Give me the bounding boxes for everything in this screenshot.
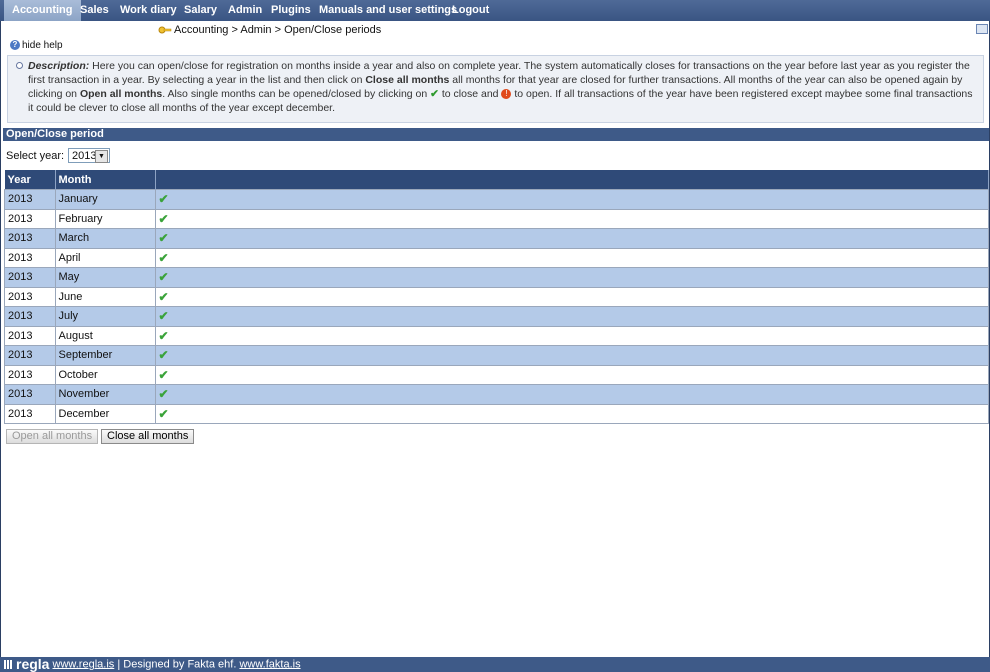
select-year-label: Select year: (6, 150, 65, 162)
month-cell: June (54, 286, 156, 307)
month-cell: September (54, 345, 156, 366)
description-label: Description: (28, 60, 90, 72)
year-cell: 2013 (4, 403, 56, 424)
open-icon: ! (501, 89, 512, 100)
close-month-check-icon[interactable]: ✔ (159, 251, 169, 265)
key-icon (158, 26, 172, 34)
close-month-check-icon[interactable]: ✔ (159, 192, 169, 206)
year-cell: 2013 (4, 247, 56, 268)
close-month-check-icon[interactable]: ✔ (159, 407, 169, 421)
year-cell: 2013 (4, 286, 56, 307)
help-description-box: Description: Here you can open/close for… (7, 55, 984, 123)
open-all-months-button[interactable]: Open all months (6, 429, 99, 444)
close-month-check-icon[interactable]: ✔ (159, 309, 169, 323)
top-navigation: Accounting Sales Work diary Salary Admin… (0, 0, 990, 21)
section-title: Open/Close period (3, 128, 989, 141)
month-cell: May (54, 267, 156, 288)
month-cell: July (54, 306, 156, 327)
breadcrumb: Accounting > Admin > Open/Close periods (158, 23, 381, 37)
table-row: 2013 February ✔ (4, 208, 989, 229)
description-close-all: Close all months (365, 74, 450, 86)
month-cell: October (54, 364, 156, 385)
table-row: 2013 April ✔ (4, 247, 989, 268)
year-cell: 2013 (4, 208, 56, 229)
description-text-4: to close and (438, 88, 502, 100)
description-open-all: Open all months (79, 88, 163, 100)
table-row: 2013 November ✔ (4, 384, 989, 405)
year-cell: 2013 (4, 267, 56, 288)
periods-table: Year Month 2013 January ✔ 2013 February … (4, 170, 989, 424)
mail-icon[interactable] (976, 24, 988, 34)
close-month-check-icon[interactable]: ✔ (159, 270, 169, 284)
close-month-check-icon[interactable]: ✔ (159, 212, 169, 226)
year-cell: 2013 (4, 325, 56, 346)
year-cell: 2013 (4, 306, 56, 327)
month-cell: November (54, 384, 156, 405)
table-row: 2013 March ✔ (4, 228, 989, 249)
table-row: 2013 December ✔ (4, 403, 989, 424)
nav-item-plugins[interactable]: Plugins (271, 0, 311, 21)
footer-brand: regla (16, 656, 50, 672)
nav-item-sales[interactable]: Sales (80, 0, 109, 21)
close-month-check-icon[interactable]: ✔ (159, 329, 169, 343)
hide-help-toggle[interactable]: ? hide help (10, 40, 63, 52)
table-row: 2013 September ✔ (4, 345, 989, 366)
year-cell: 2013 (4, 364, 56, 385)
nav-item-manuals-settings[interactable]: Manuals and user settings (319, 0, 457, 21)
table-header-row: Year Month (4, 170, 989, 190)
table-row: 2013 May ✔ (4, 267, 989, 288)
nav-item-work-diary[interactable]: Work diary (120, 0, 177, 21)
year-cell: 2013 (4, 228, 56, 249)
close-month-check-icon[interactable]: ✔ (159, 387, 169, 401)
description-text-3: . Also single months can be opened/close… (162, 88, 431, 100)
close-month-check-icon[interactable]: ✔ (159, 348, 169, 362)
check-icon: ✔ (430, 88, 439, 100)
nav-item-admin[interactable]: Admin (228, 0, 262, 21)
help-icon: ? (10, 40, 20, 51)
year-select[interactable]: 2013 ▼ (68, 148, 110, 163)
footer-link-fakta[interactable]: www.fakta.is (239, 658, 300, 670)
year-cell: 2013 (4, 189, 56, 210)
close-month-check-icon[interactable]: ✔ (159, 368, 169, 382)
month-cell: January (54, 189, 156, 210)
year-cell: 2013 (4, 384, 56, 405)
close-month-check-icon[interactable]: ✔ (159, 231, 169, 245)
month-cell: April (54, 247, 156, 268)
footer-link-regla[interactable]: www.regla.is (53, 658, 115, 670)
year-cell: 2013 (4, 345, 56, 366)
close-all-months-button[interactable]: Close all months (101, 429, 195, 444)
column-header-year: Year (4, 170, 56, 190)
table-row: 2013 January ✔ (4, 189, 989, 210)
footer: regla www.regla.is | Designed by Fakta e… (0, 657, 990, 672)
column-header-status (155, 170, 989, 190)
table-row: 2013 June ✔ (4, 286, 989, 307)
chevron-down-icon[interactable]: ▼ (95, 150, 108, 163)
month-cell: March (54, 228, 156, 249)
breadcrumb-text: Accounting > Admin > Open/Close periods (174, 24, 382, 36)
nav-item-accounting[interactable]: Accounting (4, 0, 81, 21)
hide-help-label: hide help (22, 40, 63, 51)
table-row: 2013 August ✔ (4, 325, 989, 346)
bullet-icon (16, 62, 23, 69)
footer-designed-text: | Designed by Fakta ehf. (114, 658, 240, 671)
month-cell: December (54, 403, 156, 424)
help-description: Description: Here you can open/close for… (28, 59, 978, 115)
table-row: 2013 July ✔ (4, 306, 989, 327)
column-header-month: Month (55, 170, 156, 190)
table-row: 2013 October ✔ (4, 364, 989, 385)
month-cell: August (54, 325, 156, 346)
close-month-check-icon[interactable]: ✔ (159, 290, 169, 304)
nav-item-salary[interactable]: Salary (184, 0, 217, 21)
nav-item-logout[interactable]: Logout (452, 0, 489, 21)
regla-logo-icon (4, 660, 13, 669)
year-select-value: 2013 (72, 150, 97, 162)
month-cell: February (54, 208, 156, 229)
